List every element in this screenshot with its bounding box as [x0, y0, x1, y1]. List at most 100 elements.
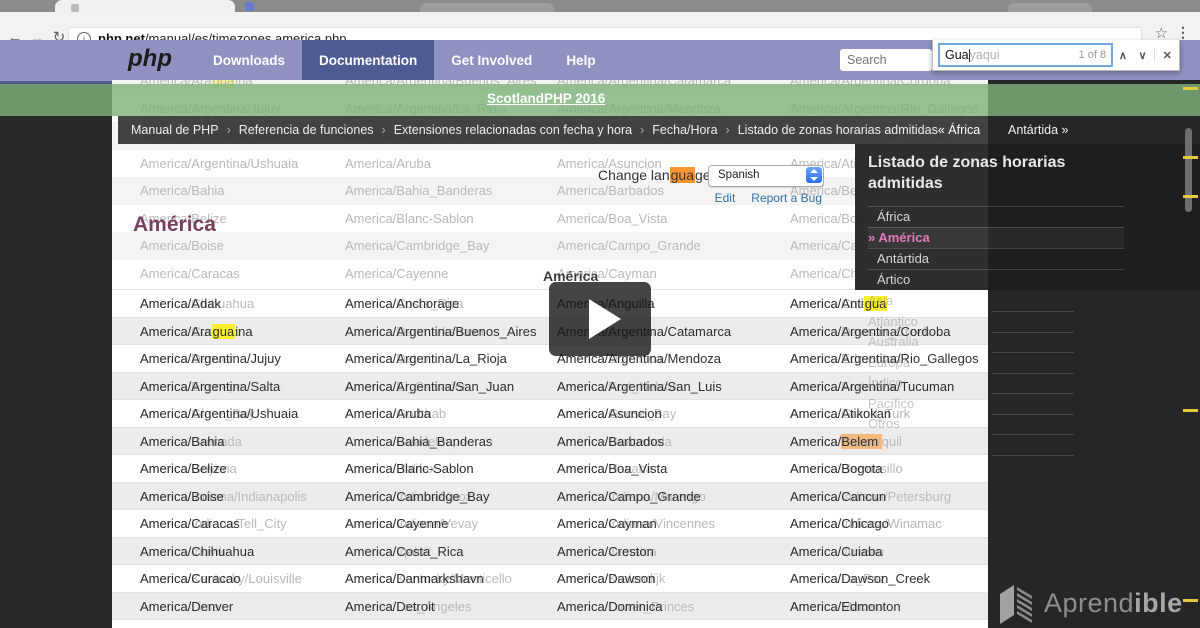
- nav-item-documentation[interactable]: Documentation: [302, 40, 435, 81]
- find-input[interactable]: Gua yaqui 1 of 8: [938, 43, 1114, 67]
- find-marker-tick: [1183, 599, 1198, 602]
- table-row: America/Glace_Bay America/Godthab America/…: [112, 399, 988, 428]
- language-select[interactable]: Spanish: [708, 165, 824, 187]
- breadcrumb-link[interactable]: Manual de PHP: [131, 123, 219, 137]
- breadcrumb-link[interactable]: Fecha/Hora: [652, 123, 717, 137]
- find-match-active: gua: [669, 167, 695, 183]
- ghost-separator-line: [992, 372, 1074, 374]
- table-row: America/Indiana/Indianapolis America/Indi…: [112, 481, 988, 510]
- php-logo[interactable]: php: [128, 45, 172, 73]
- sidebar-item-ártico[interactable]: Ártico: [868, 269, 1124, 290]
- table-row: America/ManaguaAmerica/ManausAmerica/Mar…: [112, 619, 988, 628]
- ghost-separator-line: [992, 413, 1074, 415]
- timezone-cell: America/Dawson: [557, 571, 656, 586]
- timezone-cell: America/Belem: [790, 433, 879, 449]
- ghost-separator-line: [992, 454, 1074, 456]
- video-frame: ← → ↻ i php.net/manual/es/timezones.amer…: [0, 0, 1200, 628]
- browser-menu-icon[interactable]: ⋮: [1176, 24, 1190, 41]
- ghost-separator-line: [992, 311, 1074, 312]
- timezone-cell: America/Chihuahua: [140, 543, 255, 559]
- next-section-link[interactable]: Antártida »: [1008, 116, 1068, 144]
- timezone-cell: America/Cuiaba: [790, 543, 883, 559]
- tab-favicon-icon: [71, 4, 79, 12]
- ghost-sidebar-item: Pacífico: [868, 395, 915, 411]
- find-previous-icon[interactable]: ∧: [1113, 49, 1133, 62]
- timezone-cell: America/Chicago: [790, 516, 889, 531]
- scrollbar-thumb[interactable]: [1185, 128, 1192, 212]
- page-title: América: [133, 213, 216, 236]
- play-button[interactable]: [549, 282, 651, 356]
- ghost-sidebar-item: Asia: [868, 293, 894, 308]
- find-next-icon[interactable]: ∨: [1133, 49, 1153, 62]
- ghost-sidebar-item: Europa: [868, 354, 910, 370]
- breadcrumb: Manual de PHP › Referencia de funciones › Ex…: [118, 116, 988, 144]
- find-close-icon[interactable]: ✕: [1154, 48, 1179, 62]
- timezone-cell: America/Danmarkshavn: [345, 571, 484, 586]
- nav-item-downloads[interactable]: Downloads: [196, 40, 302, 81]
- timezone-cell: America/Adak: [140, 296, 221, 311]
- timezone-cell: America/Argentina/La_Rioja: [345, 351, 507, 366]
- play-icon: [589, 299, 621, 339]
- table-row: America/Indiana/Tell_City America/Indiana…: [112, 509, 988, 538]
- watermark-text: Aprendible: [1044, 588, 1183, 619]
- event-banner-link[interactable]: ScotlandPHP 2016: [487, 91, 605, 106]
- breadcrumb-separator: ›: [381, 123, 386, 137]
- sidebar-item-áfrica[interactable]: África: [868, 206, 1124, 227]
- timezone-cell: America/Argentina/San_Luis: [557, 378, 722, 394]
- language-select-value: Spanish: [718, 169, 760, 181]
- timezone-cell: America/Belize: [140, 461, 227, 476]
- breadcrumb-link[interactable]: Listado de zonas horarias admitidas: [738, 123, 938, 137]
- change-language-pre: Change lan: [598, 167, 670, 183]
- timezone-cell: America/Costa_Rica: [345, 543, 464, 559]
- timezone-cell: America/Dominica: [557, 598, 663, 614]
- find-marker-tick: [1183, 87, 1198, 90]
- change-language-label: Change language:: [598, 167, 714, 183]
- breadcrumb-link[interactable]: Extensiones relacionadas con fecha y hor…: [394, 123, 632, 137]
- php-nav: Downloads Documentation Get Involved Help: [196, 40, 613, 81]
- watermark-regular: Aprend: [1044, 587, 1135, 618]
- timezone-cell: America/Argentina/San_Juan: [345, 378, 515, 394]
- timezone-cell: America/Argentina/Buenos_Aires: [345, 323, 537, 339]
- page-links: Edit Report a Bug: [700, 191, 822, 205]
- sidebar-item-antártida[interactable]: Antártida: [868, 248, 1124, 269]
- ghost-table-cell: America/Argentina/Ushuaia: [140, 155, 299, 171]
- prev-section-link[interactable]: « África: [938, 123, 980, 137]
- tab-favicon-icon: [245, 2, 254, 11]
- timezone-cell: America/Bahia: [140, 433, 225, 449]
- timezone-cell: America/Araguaina: [140, 323, 253, 339]
- timezone-cell: America/Campo_Grande: [557, 488, 701, 504]
- ghost-separator-line: [992, 393, 1074, 394]
- sidebar-heading: Listado de zonas horarias admitidas: [868, 154, 1066, 192]
- nav-item-help[interactable]: Help: [549, 40, 612, 81]
- event-banner: ScotlandPHP 2016: [0, 84, 1200, 116]
- ghost-table-cell: America/Caracas: [140, 265, 240, 281]
- find-match: gua: [211, 323, 236, 339]
- find-marker-tick: [1183, 156, 1198, 159]
- breadcrumb-separator: ›: [226, 123, 231, 137]
- report-bug-link[interactable]: Report a Bug: [751, 191, 822, 205]
- timezone-cell: America/Argentina/Salta: [140, 378, 281, 394]
- nav-item-get-involved[interactable]: Get Involved: [434, 40, 549, 81]
- edit-link[interactable]: Edit: [715, 191, 736, 205]
- breadcrumb-link[interactable]: Referencia de funciones: [239, 123, 374, 137]
- timezone-cell: America/Edmonton: [790, 598, 901, 614]
- timezone-cell: America/Bogota: [790, 461, 883, 476]
- timezone-cell: America/Argentina/Jujuy: [140, 351, 281, 366]
- find-match-count: 1 of 8: [1078, 49, 1107, 61]
- timezone-cell: America/Cancun: [790, 488, 887, 504]
- sidebar-item-américa[interactable]: » América: [868, 227, 1124, 248]
- search-input[interactable]: [840, 49, 932, 71]
- browser-tab-inactive[interactable]: [1008, 3, 1092, 12]
- ghost-table-cell: America/Aruba: [345, 155, 431, 171]
- browser-tab-strip[interactable]: [0, 0, 1200, 12]
- ghost-separator-line: [992, 331, 1074, 333]
- timezone-cell: America/Argentina/Ushuaia: [140, 406, 299, 421]
- watermark-bold: ible: [1134, 587, 1183, 618]
- browser-tab-active[interactable]: [55, 0, 235, 12]
- timezone-cell: America/Boa_Vista: [557, 461, 668, 476]
- ghost-sidebar-item: Australia: [868, 334, 919, 349]
- ghost-table-cell: America/Bahia_Banderas: [345, 183, 493, 198]
- timezone-cell: America/Denver: [140, 598, 234, 614]
- browser-tab-inactive[interactable]: [420, 3, 554, 12]
- timezone-cell: America/Dawson_Creek: [790, 571, 931, 586]
